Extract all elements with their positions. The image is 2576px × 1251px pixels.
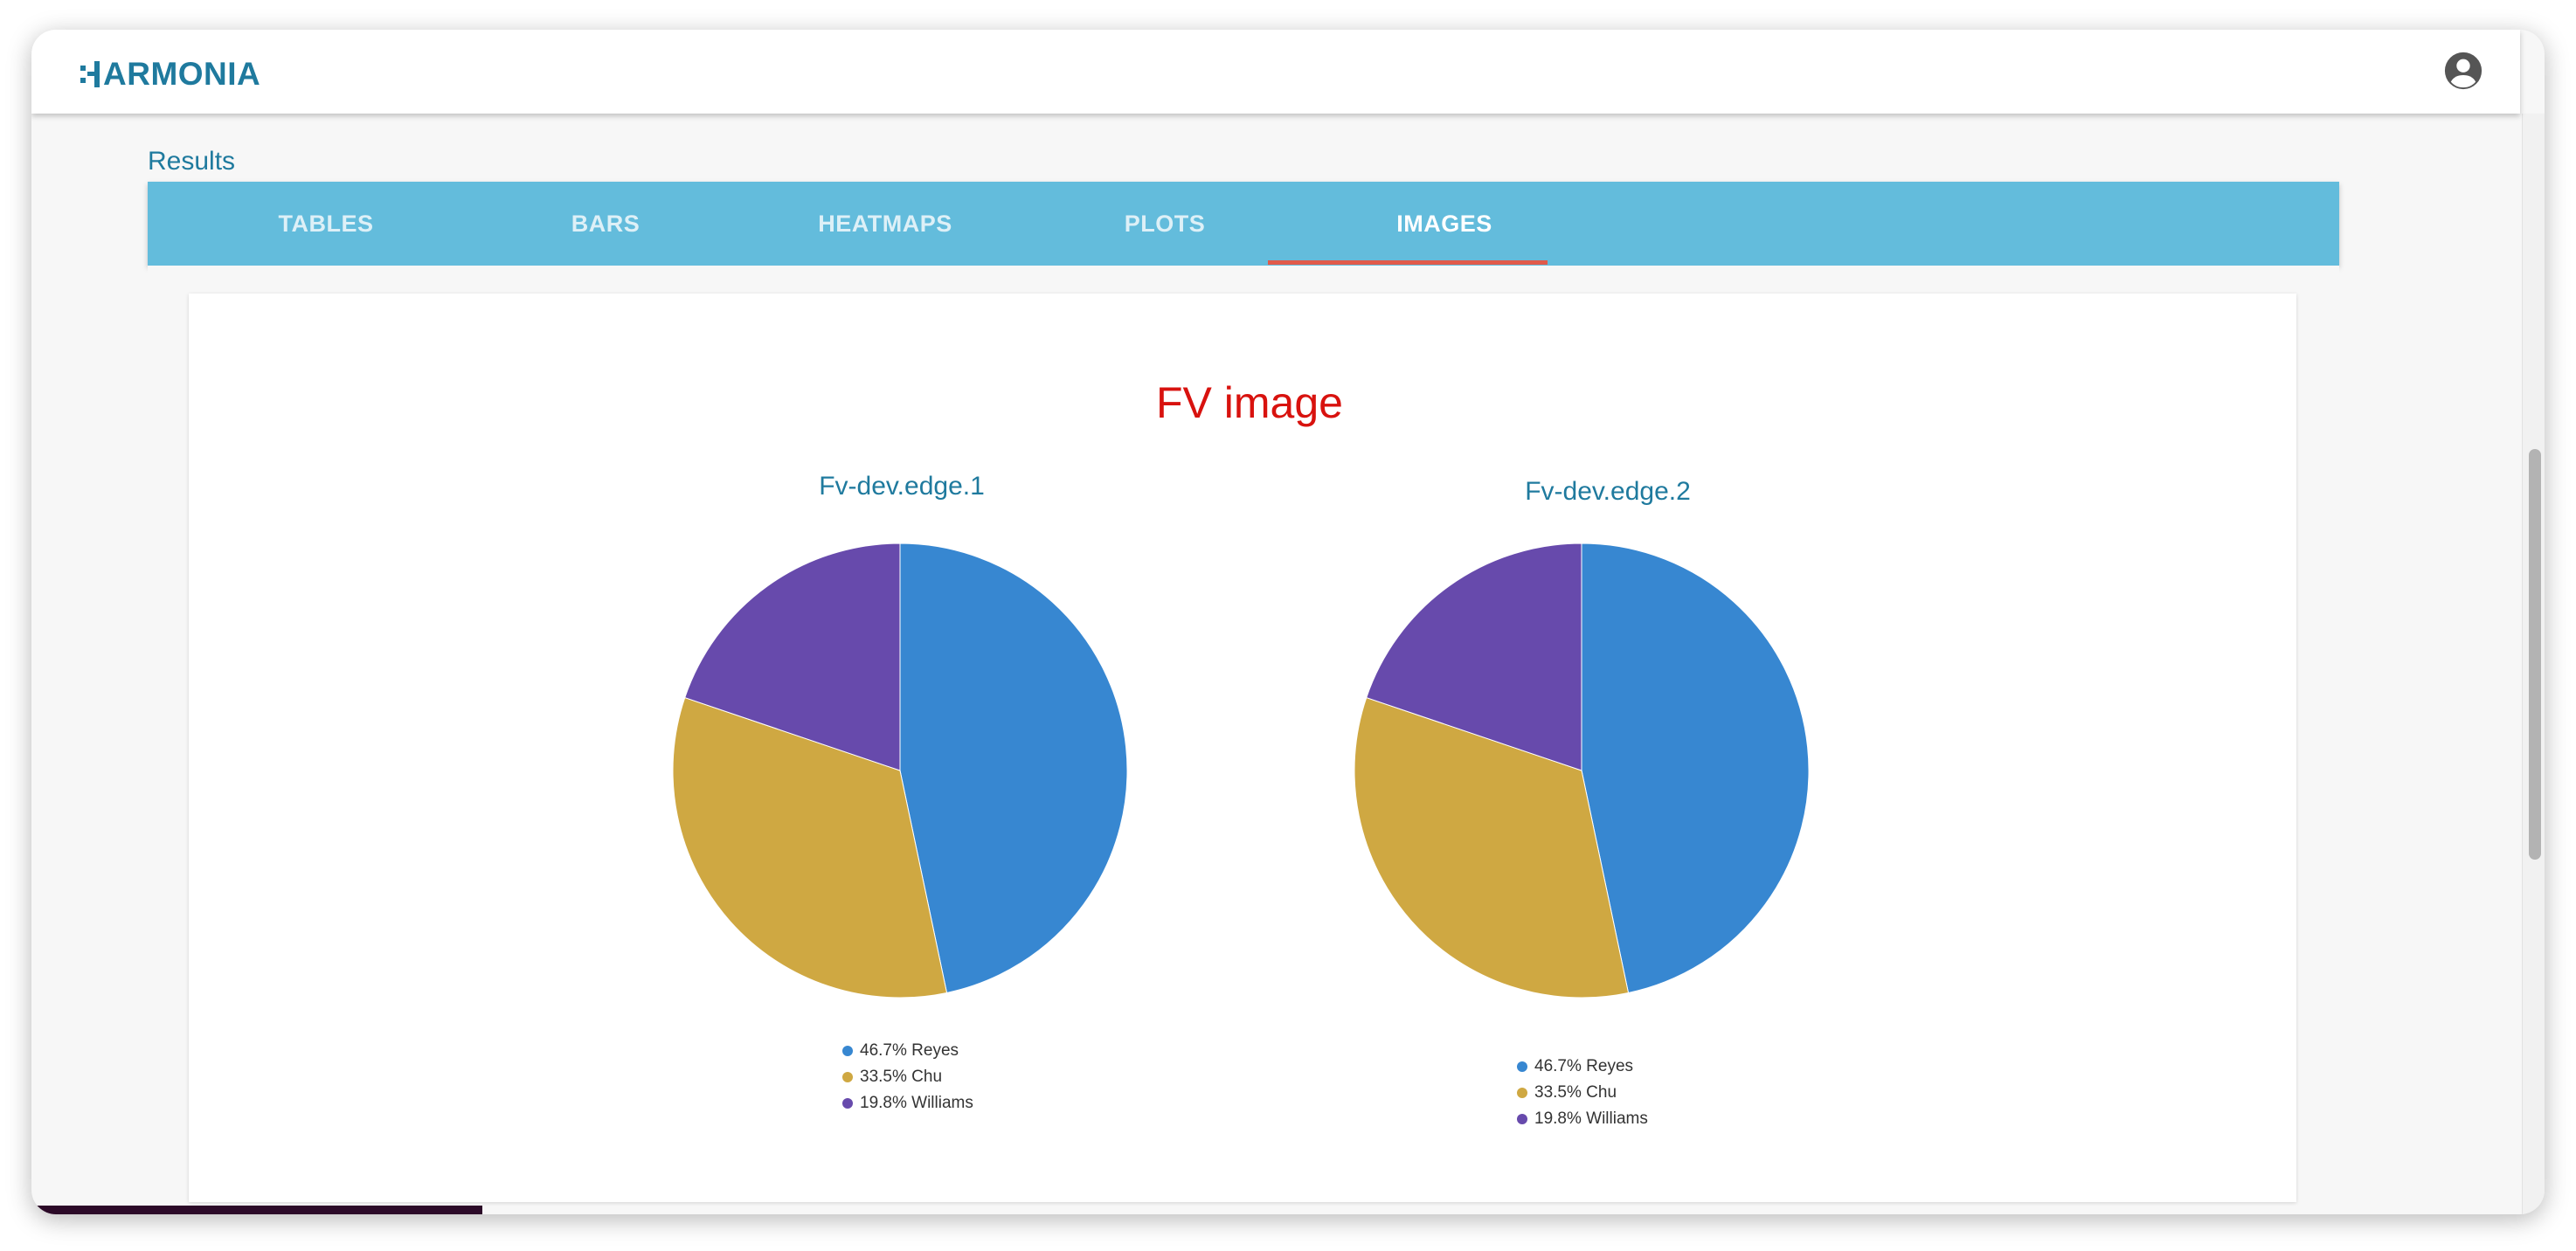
app-name: ARMONIA bbox=[103, 56, 261, 92]
legend-item-reyes: 46.7% Reyes bbox=[842, 1038, 973, 1064]
pie-chart-2-legend: 46.7% Reyes 33.5% Chu 19.8% Williams bbox=[1517, 1054, 1648, 1132]
legend-dot bbox=[842, 1072, 853, 1082]
pie-slice-reyes[interactable] bbox=[899, 543, 1128, 994]
logo-mark-icon bbox=[80, 61, 100, 87]
legend-label: 46.7% Reyes bbox=[860, 1041, 959, 1060]
legend-dot bbox=[1517, 1061, 1527, 1072]
tab-images[interactable]: IMAGES bbox=[1305, 182, 1584, 266]
legend-label: 19.8% Williams bbox=[860, 1094, 973, 1112]
legend-item-williams: 19.8% Williams bbox=[1517, 1106, 1648, 1132]
pie-chart-1 bbox=[672, 543, 1128, 999]
tab-bars[interactable]: BARS bbox=[466, 182, 745, 266]
legend-item-williams: 19.8% Williams bbox=[842, 1090, 973, 1116]
tab-plots[interactable]: PLOTS bbox=[1025, 182, 1305, 266]
legend-label: 46.7% Reyes bbox=[1534, 1057, 1634, 1075]
legend-label: 33.5% Chu bbox=[1534, 1083, 1617, 1102]
results-heading: Results bbox=[148, 147, 236, 176]
legend-dot bbox=[842, 1046, 853, 1056]
legend-label: 33.5% Chu bbox=[860, 1068, 943, 1086]
legend-item-chu: 33.5% Chu bbox=[1517, 1080, 1648, 1106]
legend-item-chu: 33.5% Chu bbox=[842, 1064, 973, 1090]
account-circle-icon[interactable] bbox=[2443, 51, 2483, 91]
tab-tables[interactable]: TABLES bbox=[186, 182, 466, 266]
image-card bbox=[189, 294, 2296, 1202]
top-app-bar: ARMONIA bbox=[31, 30, 2520, 114]
scrollbar-thumb[interactable] bbox=[2529, 449, 2541, 860]
tab-heatmaps[interactable]: HEATMAPS bbox=[745, 182, 1025, 266]
pie-slice-reyes[interactable] bbox=[1581, 543, 1810, 994]
pie-chart-1-legend: 46.7% Reyes 33.5% Chu 19.8% Williams bbox=[842, 1038, 973, 1116]
legend-label: 19.8% Williams bbox=[1534, 1109, 1648, 1128]
legend-dot bbox=[842, 1098, 853, 1109]
image-title: FV image bbox=[1156, 378, 1343, 427]
legend-dot bbox=[1517, 1114, 1527, 1124]
legend-item-reyes: 46.7% Reyes bbox=[1517, 1054, 1648, 1080]
legend-dot bbox=[1517, 1088, 1527, 1098]
pie-chart-2-title: Fv-dev.edge.2 bbox=[1525, 477, 1691, 506]
app-logo[interactable]: ARMONIA bbox=[80, 56, 260, 93]
results-tab-bar: TABLES BARS HEATMAPS PLOTS IMAGES bbox=[148, 182, 2339, 266]
active-tab-indicator bbox=[1268, 260, 1548, 265]
background-strip bbox=[31, 1206, 482, 1214]
pie-chart-1-title: Fv-dev.edge.1 bbox=[819, 472, 985, 501]
pie-chart-2 bbox=[1354, 543, 1810, 999]
